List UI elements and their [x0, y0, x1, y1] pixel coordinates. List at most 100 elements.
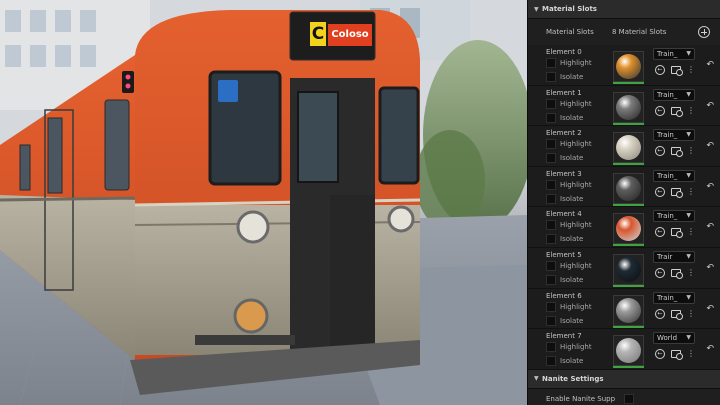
- material-element-row: Element 1 Highlight Isolate Train_ ▼ ← ⋮ ↶: [528, 85, 720, 127]
- isolate-checkbox[interactable]: [546, 72, 556, 82]
- highlight-row: Highlight: [546, 98, 592, 109]
- material-elements-list: Element 0 Highlight Isolate Train_ ▼ ← ⋮ ↶ Eleme…: [528, 45, 720, 370]
- material-thumbnail[interactable]: [613, 172, 644, 204]
- material-element-row: Element 7 Highlight Isolate World ▼ ← ⋮ ↶: [528, 329, 720, 370]
- highlight-checkbox[interactable]: [546, 179, 556, 190]
- highlight-checkbox[interactable]: [546, 342, 556, 353]
- material-thumbnail[interactable]: [613, 51, 644, 82]
- browse-asset-icon[interactable]: [671, 228, 683, 239]
- add-slot-icon[interactable]: [698, 26, 710, 38]
- material-thumbnail-underline: [613, 122, 644, 125]
- material-actions: ← ⋮: [655, 349, 695, 361]
- highlight-row: Highlight: [546, 58, 592, 68]
- highlight-checkbox[interactable]: [546, 58, 556, 68]
- isolate-row: Isolate: [546, 193, 583, 204]
- material-slots-section-header[interactable]: ▼ Material Slots: [528, 0, 720, 19]
- material-thumbnail[interactable]: [613, 253, 644, 285]
- material-dropdown[interactable]: Train_ ▼: [653, 88, 695, 101]
- material-thumbnail-underline: [613, 366, 644, 369]
- browse-asset-icon[interactable]: [671, 350, 683, 361]
- material-thumbnail[interactable]: [613, 132, 644, 164]
- more-options-icon[interactable]: ⋮: [687, 65, 695, 75]
- isolate-checkbox[interactable]: [546, 315, 556, 326]
- reset-to-default-icon[interactable]: ↶: [706, 141, 714, 151]
- isolate-checkbox[interactable]: [546, 112, 556, 123]
- highlight-label: Highlight: [560, 221, 592, 230]
- material-thumbnail[interactable]: [613, 294, 644, 326]
- element-name: Element 7: [546, 332, 582, 341]
- highlight-row: Highlight: [546, 179, 592, 190]
- material-actions: ← ⋮: [655, 267, 695, 279]
- browse-asset-icon[interactable]: [671, 106, 683, 117]
- material-dropdown-value: Train_: [657, 131, 678, 140]
- highlight-checkbox[interactable]: [546, 220, 556, 231]
- browse-asset-icon[interactable]: [671, 309, 683, 320]
- level-viewport[interactable]: C Coloso: [0, 0, 527, 405]
- material-element-row: Element 2 Highlight Isolate Train_ ▼ ← ⋮ ↶: [528, 126, 720, 167]
- highlight-checkbox[interactable]: [546, 98, 556, 109]
- chevron-down-icon: ▼: [686, 171, 691, 179]
- material-dropdown[interactable]: World ▼: [653, 332, 695, 345]
- more-options-icon[interactable]: ⋮: [687, 268, 695, 278]
- more-options-icon[interactable]: ⋮: [687, 106, 695, 116]
- use-selected-asset-icon[interactable]: ←: [655, 308, 665, 319]
- isolate-checkbox[interactable]: [546, 234, 556, 245]
- reset-to-default-icon[interactable]: ↶: [706, 101, 714, 111]
- browse-asset-icon[interactable]: [671, 268, 683, 279]
- use-selected-asset-icon[interactable]: ←: [655, 227, 665, 238]
- use-selected-asset-icon[interactable]: ←: [655, 65, 665, 75]
- more-options-icon[interactable]: ⋮: [687, 309, 695, 319]
- material-actions: ← ⋮: [655, 146, 695, 158]
- collapse-arrow-icon[interactable]: ▼: [534, 6, 542, 13]
- material-dropdown[interactable]: Train_ ▼: [653, 129, 695, 142]
- isolate-label: Isolate: [560, 275, 584, 284]
- material-dropdown[interactable]: Train_ ▼: [653, 48, 695, 60]
- highlight-checkbox[interactable]: [546, 301, 556, 312]
- more-options-icon[interactable]: ⋮: [687, 146, 695, 156]
- use-selected-asset-icon[interactable]: ←: [655, 105, 665, 116]
- isolate-checkbox[interactable]: [546, 193, 556, 204]
- more-options-icon[interactable]: ⋮: [687, 187, 695, 197]
- use-selected-asset-icon[interactable]: ←: [655, 186, 665, 197]
- isolate-checkbox[interactable]: [546, 153, 556, 164]
- more-options-icon[interactable]: ⋮: [687, 227, 695, 237]
- material-dropdown[interactable]: Train_ ▼: [653, 210, 695, 223]
- material-thumbnail[interactable]: [613, 91, 644, 123]
- use-selected-asset-icon[interactable]: ←: [655, 267, 665, 278]
- highlight-row: Highlight: [546, 220, 592, 231]
- reset-to-default-icon[interactable]: ↶: [706, 60, 714, 70]
- highlight-checkbox[interactable]: [546, 260, 556, 271]
- highlight-label: Highlight: [560, 140, 592, 149]
- material-slots-label: Material Slots: [546, 28, 594, 36]
- reset-to-default-icon[interactable]: ↶: [706, 304, 714, 314]
- element-name: Element 0: [546, 48, 582, 56]
- enable-nanite-checkbox[interactable]: [624, 393, 634, 404]
- reset-to-default-icon[interactable]: ↶: [706, 182, 714, 192]
- material-thumbnail-underline: [613, 163, 644, 166]
- material-dropdown[interactable]: Train_ ▼: [653, 291, 695, 304]
- chevron-down-icon: ▼: [686, 90, 691, 98]
- material-dropdown[interactable]: Train_ ▼: [653, 169, 695, 182]
- nanite-enable-row: Enable Nanite Supp: [528, 388, 720, 405]
- material-element-row: Element 3 Highlight Isolate Train_ ▼ ← ⋮ ↶: [528, 166, 720, 208]
- browse-asset-icon[interactable]: [671, 187, 683, 198]
- highlight-label: Highlight: [560, 180, 592, 189]
- reset-to-default-icon[interactable]: ↶: [706, 222, 714, 232]
- material-thumbnail[interactable]: [613, 335, 644, 367]
- nanite-settings-section-header[interactable]: ▼ Nanite Settings: [528, 369, 720, 389]
- browse-asset-icon[interactable]: [671, 147, 683, 158]
- isolate-row: Isolate: [546, 72, 583, 82]
- isolate-checkbox[interactable]: [546, 274, 556, 285]
- use-selected-asset-icon[interactable]: ←: [655, 349, 665, 360]
- browse-asset-icon[interactable]: [671, 66, 683, 76]
- reset-to-default-icon[interactable]: ↶: [706, 344, 714, 354]
- highlight-checkbox[interactable]: [546, 139, 556, 150]
- collapse-arrow-icon[interactable]: ▼: [534, 375, 542, 382]
- reset-to-default-icon[interactable]: ↶: [706, 263, 714, 273]
- material-thumbnail[interactable]: [613, 213, 644, 245]
- material-thumbnail-underline: [613, 203, 644, 206]
- material-dropdown[interactable]: Trair ▼: [653, 250, 695, 263]
- use-selected-asset-icon[interactable]: ←: [655, 146, 665, 157]
- isolate-checkbox[interactable]: [546, 356, 556, 367]
- more-options-icon[interactable]: ⋮: [687, 349, 695, 359]
